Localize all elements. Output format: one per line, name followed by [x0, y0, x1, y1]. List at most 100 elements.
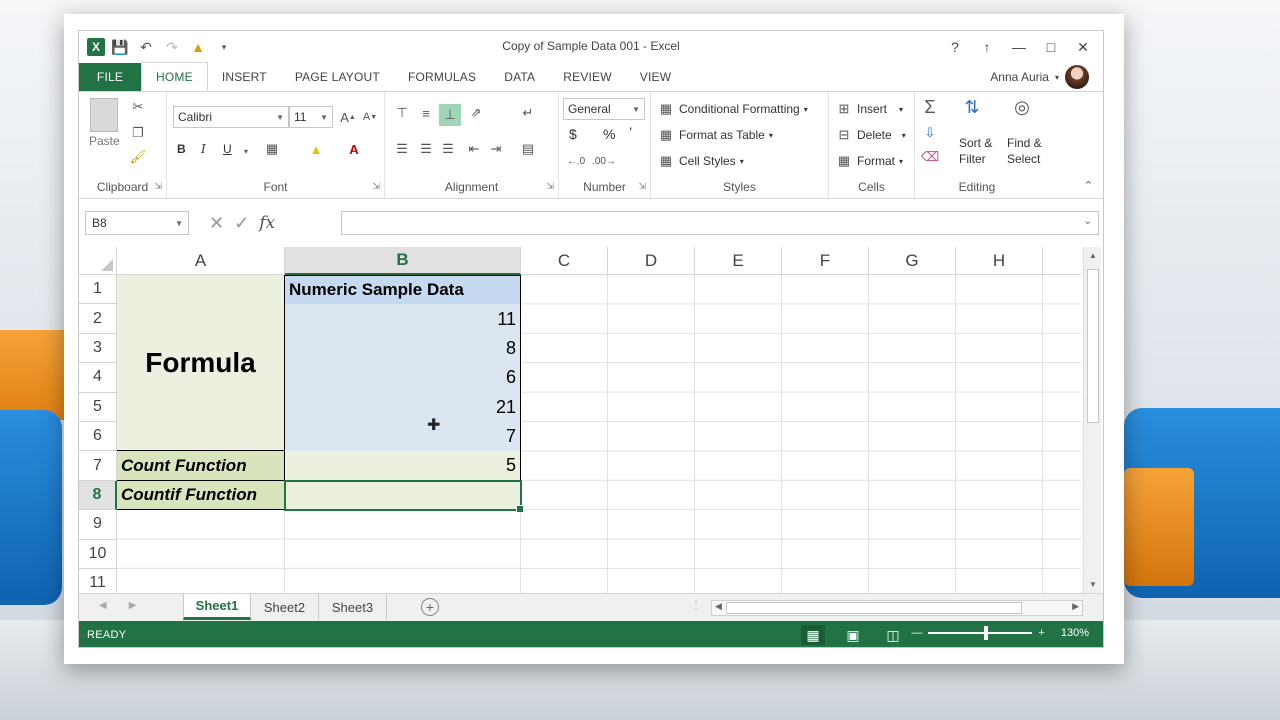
- worksheet-grid[interactable]: A B C D E F G H 1 2 3 4 5 6 7 8 9 10 11 …: [79, 247, 1081, 593]
- sort-filter-button[interactable]: Sort & Filter: [959, 136, 992, 166]
- chevron-down-icon[interactable]: ▾: [237, 142, 255, 160]
- bottom-align-icon[interactable]: ⊥: [439, 104, 461, 126]
- zoom-slider-thumb[interactable]: [984, 626, 989, 640]
- format-cells-button[interactable]: ▦ Format ▾: [835, 152, 903, 170]
- row-header-4[interactable]: 4: [79, 363, 117, 393]
- align-center-icon[interactable]: ☰: [417, 140, 435, 158]
- row-header-8[interactable]: 8: [79, 480, 117, 511]
- merge-center-icon[interactable]: ▤: [519, 140, 537, 158]
- conditional-formatting-button[interactable]: ▦ Conditional Formatting ▾: [657, 100, 808, 118]
- horizontal-scrollbar[interactable]: ◀ ▶: [711, 600, 1083, 616]
- sheet-tab-sheet2[interactable]: Sheet2: [251, 594, 319, 620]
- fill-color-icon[interactable]: ▲: [187, 36, 209, 58]
- column-header-c[interactable]: C: [521, 247, 608, 275]
- cell-b7[interactable]: 5: [285, 451, 521, 481]
- close-button[interactable]: ✕: [1069, 35, 1097, 59]
- tab-file[interactable]: FILE: [79, 63, 141, 91]
- cell-a1-merged[interactable]: Formula: [117, 275, 285, 452]
- help-button[interactable]: ?: [941, 35, 969, 59]
- tab-data[interactable]: DATA: [490, 63, 549, 91]
- middle-align-icon[interactable]: ≡: [417, 104, 435, 122]
- dialog-launcher-icon[interactable]: ⇲: [372, 181, 380, 192]
- cell-b2[interactable]: 11: [284, 304, 521, 335]
- tab-formulas[interactable]: FORMULAS: [394, 63, 490, 91]
- cell-a7[interactable]: Count Function: [117, 451, 285, 481]
- undo-icon[interactable]: ↶: [135, 36, 157, 58]
- normal-view-icon[interactable]: ▦: [801, 625, 825, 645]
- scroll-up-icon[interactable]: ▲: [1084, 251, 1102, 260]
- clear-icon[interactable]: ⌫: [921, 148, 939, 166]
- zoom-level[interactable]: 130%: [1061, 627, 1089, 639]
- decrease-indent-icon[interactable]: ⇤: [465, 140, 483, 158]
- page-break-view-icon[interactable]: ◫: [881, 625, 905, 645]
- align-left-icon[interactable]: ☰: [393, 140, 411, 158]
- comma-button[interactable]: ’: [629, 124, 632, 140]
- insert-cells-button[interactable]: ⊞ Insert ▾: [835, 100, 903, 118]
- expand-formula-bar-icon[interactable]: ⌄: [1084, 216, 1092, 227]
- top-align-icon[interactable]: ⊤: [393, 104, 411, 122]
- tab-page-layout[interactable]: PAGE LAYOUT: [281, 63, 394, 91]
- scroll-down-icon[interactable]: ▼: [1084, 580, 1102, 589]
- dialog-launcher-icon[interactable]: ⇲: [154, 181, 162, 192]
- format-painter-icon[interactable]: 🖌: [129, 148, 147, 166]
- decrease-font-icon[interactable]: A ▼: [361, 108, 379, 126]
- font-color-icon[interactable]: A: [345, 140, 363, 158]
- cell-b4[interactable]: 6: [284, 363, 521, 394]
- number-format-combo[interactable]: General ▼: [563, 98, 645, 120]
- cell-b1[interactable]: Numeric Sample Data: [284, 275, 521, 306]
- scroll-right-icon[interactable]: ▶: [1072, 601, 1079, 612]
- save-icon[interactable]: 💾: [109, 36, 131, 58]
- row-header-5[interactable]: 5: [79, 392, 117, 422]
- tab-view[interactable]: VIEW: [626, 63, 685, 91]
- column-header-b[interactable]: B: [285, 247, 521, 275]
- row-header-7[interactable]: 7: [79, 451, 117, 481]
- tab-insert[interactable]: INSERT: [208, 63, 281, 91]
- format-as-table-button[interactable]: ▦ Format as Table ▾: [657, 126, 773, 144]
- previous-sheet-icon[interactable]: ◀: [99, 600, 107, 611]
- sheet-tab-sheet1[interactable]: Sheet1: [183, 594, 251, 620]
- vertical-scrollbar[interactable]: ▲ ▼: [1083, 247, 1101, 593]
- cancel-icon[interactable]: ✕: [209, 213, 224, 234]
- bold-button[interactable]: B: [177, 142, 186, 156]
- cell-b3[interactable]: 8: [284, 333, 521, 365]
- enter-icon[interactable]: ✓: [234, 213, 249, 234]
- collapse-ribbon-icon[interactable]: ⌃: [1084, 179, 1093, 192]
- underline-button[interactable]: U: [223, 142, 232, 156]
- fill-icon[interactable]: ⇩: [921, 124, 939, 142]
- redo-icon[interactable]: ↷: [161, 36, 183, 58]
- ribbon-display-options-button[interactable]: ↑: [973, 35, 1001, 59]
- column-header-g[interactable]: G: [869, 247, 956, 275]
- horizontal-scroll-thumb[interactable]: [726, 602, 1022, 614]
- vertical-scroll-thumb[interactable]: [1087, 269, 1099, 423]
- column-header-f[interactable]: F: [782, 247, 869, 275]
- column-header-d[interactable]: D: [608, 247, 695, 275]
- formula-input[interactable]: ⌄: [341, 211, 1099, 235]
- column-header-e[interactable]: E: [695, 247, 782, 275]
- insert-function-icon[interactable]: fx: [259, 213, 275, 233]
- cell-a8[interactable]: Countif Function: [117, 480, 285, 511]
- increase-decimal-icon[interactable]: ←.0: [567, 152, 585, 170]
- zoom-in-icon[interactable]: +: [1038, 627, 1044, 639]
- maximize-button[interactable]: □: [1037, 35, 1065, 59]
- cut-icon[interactable]: ✂: [129, 98, 147, 116]
- italic-button[interactable]: I: [201, 142, 206, 156]
- increase-font-icon[interactable]: A ▲: [339, 108, 357, 126]
- column-header-h[interactable]: H: [956, 247, 1043, 275]
- row-header-3[interactable]: 3: [79, 333, 117, 364]
- increase-indent-icon[interactable]: ⇥: [487, 140, 505, 158]
- sheet-tab-sheet3[interactable]: Sheet3: [319, 594, 387, 620]
- tab-home[interactable]: HOME: [141, 62, 208, 91]
- font-name-combo[interactable]: Calibri ▼: [173, 106, 289, 128]
- dialog-launcher-icon[interactable]: ⇲: [546, 181, 554, 192]
- next-sheet-icon[interactable]: ▶: [129, 600, 137, 611]
- name-box[interactable]: B8 ▼: [85, 211, 189, 235]
- empty-cell-area[interactable]: [521, 275, 1081, 593]
- customize-qat-icon[interactable]: ▾: [213, 36, 235, 58]
- cell-b6[interactable]: 7: [284, 422, 521, 453]
- font-size-combo[interactable]: 11 ▼: [289, 106, 333, 128]
- minimize-button[interactable]: —: [1005, 35, 1033, 59]
- row-header-10[interactable]: 10: [79, 539, 117, 569]
- splitter-handle-icon[interactable]: ⋮: [691, 600, 701, 611]
- decrease-decimal-icon[interactable]: .00→: [592, 152, 616, 170]
- scroll-left-icon[interactable]: ◀: [715, 601, 722, 612]
